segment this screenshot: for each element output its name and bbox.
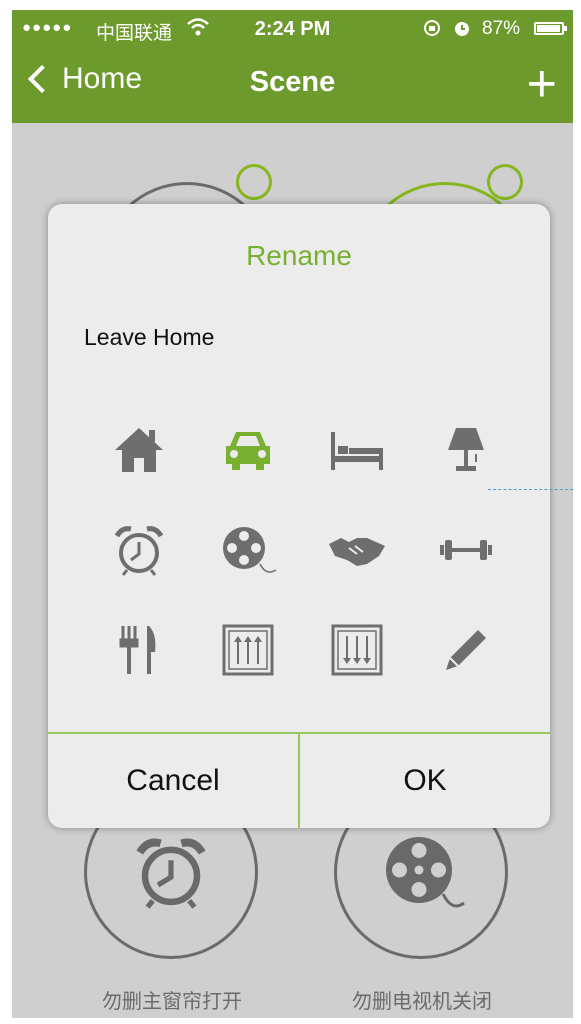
home-icon [114, 428, 163, 472]
sliders-down-icon [331, 624, 382, 676]
rename-dialog: Rename Leave Home Cancel OK [48, 204, 550, 828]
pencil-icon [445, 630, 486, 670]
icon-option-bed[interactable] [302, 400, 411, 500]
icon-option-dining[interactable] [84, 600, 193, 700]
battery-percent: 87% [482, 18, 521, 39]
rotation-lock-icon [422, 18, 442, 44]
icon-option-dumbbell[interactable] [411, 500, 520, 600]
film-reel-icon [222, 527, 276, 573]
header-bar: ●●●●● 中国联通 2:24 PM 87% Home Scene + [12, 10, 573, 123]
nav-bar: Home Scene + [12, 58, 573, 113]
scene-name-field[interactable]: Leave Home [84, 324, 214, 351]
icon-option-sliders-up[interactable] [193, 600, 302, 700]
icon-picker-grid [84, 400, 520, 700]
icon-option-lamp[interactable] [411, 400, 520, 500]
dialog-title: Rename [246, 240, 352, 271]
icon-option-home[interactable] [84, 400, 193, 500]
app-screen: ●●●●● 中国联通 2:24 PM 87% Home Scene + 勿删主窗… [12, 10, 573, 1018]
cancel-button[interactable]: Cancel [48, 734, 298, 828]
bed-icon [330, 432, 383, 470]
icon-option-sliders-down[interactable] [302, 600, 411, 700]
sliders-up-icon [222, 624, 273, 676]
add-scene-button[interactable]: + [527, 58, 557, 110]
lamp-icon [447, 428, 484, 471]
icon-option-handshake[interactable] [302, 500, 411, 600]
dashed-guide-line [488, 489, 573, 490]
battery-icon [534, 22, 567, 35]
ok-button[interactable]: OK [300, 734, 550, 828]
dumbbell-icon [439, 540, 492, 560]
page-title: Scene [249, 66, 336, 98]
icon-option-custom[interactable] [411, 600, 520, 700]
alarm-status-icon [452, 18, 472, 44]
alarm-clock-icon [114, 526, 163, 576]
icon-option-alarm[interactable] [84, 500, 193, 600]
status-bar: ●●●●● 中国联通 2:24 PM 87% [12, 10, 573, 48]
fork-knife-icon [119, 626, 155, 674]
icon-option-car[interactable] [193, 400, 302, 500]
car-icon [225, 432, 270, 470]
icon-option-film[interactable] [193, 500, 302, 600]
handshake-icon [328, 538, 385, 566]
